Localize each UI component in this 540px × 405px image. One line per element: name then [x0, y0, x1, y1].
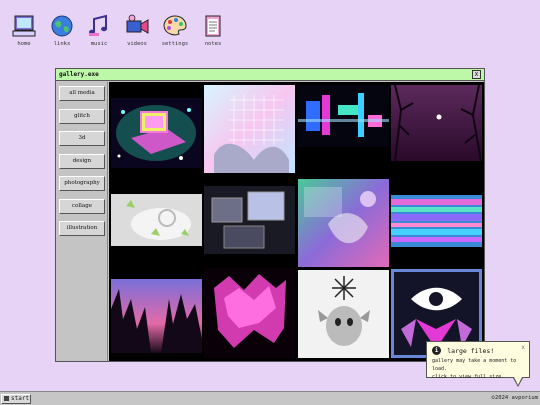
category-design-button[interactable]: design — [59, 153, 105, 169]
large-files-tooltip: i large files! x gallery may take a mome… — [426, 341, 530, 387]
desktop-icon-links[interactable]: links — [42, 14, 82, 47]
start-button-label: start — [11, 395, 30, 402]
window-title: gallery.exe — [59, 71, 99, 78]
tooltip-tail — [513, 377, 523, 387]
category-illustration-button[interactable]: illustration — [59, 221, 105, 236]
desktop-icon-label: settings — [161, 41, 189, 47]
gallery-thumbnail[interactable] — [111, 98, 202, 168]
category-all-media-button[interactable]: all media — [59, 86, 105, 101]
category-3d-button[interactable]: 3d — [59, 131, 105, 146]
copyright-text: ©2024 avporium — [491, 395, 538, 401]
music-notes-icon — [89, 14, 107, 36]
category-collage-button[interactable]: collage — [59, 198, 105, 214]
gallery-thumbnail[interactable] — [298, 85, 389, 147]
taskbar: start ©2024 avporium — [0, 391, 540, 405]
desktop-icon-music[interactable]: music — [79, 14, 119, 47]
desktop-icon-label: videos — [127, 41, 147, 47]
desktop-icon-label: notes — [204, 41, 222, 47]
gallery-thumbnail[interactable] — [204, 186, 295, 254]
desktop-icon-notes[interactable]: notes — [193, 14, 233, 47]
tooltip-message-line1: gallery may take a moment to load. — [432, 358, 517, 372]
gallery-thumbnail[interactable] — [111, 279, 202, 353]
gallery-thumbnail[interactable] — [111, 194, 202, 246]
category-glitch-button[interactable]: glitch — [59, 108, 105, 124]
start-button[interactable]: start — [1, 394, 31, 404]
gallery-window: gallery.exe x all media glitch 3d design… — [55, 68, 485, 362]
desktop-icon-settings[interactable]: settings — [155, 14, 195, 47]
category-photography-button[interactable]: photography — [59, 176, 105, 191]
window-titlebar[interactable]: gallery.exe x — [56, 69, 484, 81]
globe-icon — [51, 15, 73, 37]
computer-icon — [12, 15, 36, 37]
gallery-thumbnail[interactable] — [391, 195, 482, 247]
gallery-thumbnail[interactable] — [391, 85, 482, 161]
gallery-thumbnail[interactable] — [204, 85, 295, 173]
notepad-icon — [205, 15, 221, 37]
info-icon: i — [432, 346, 441, 355]
desktop-icon-label: links — [53, 41, 71, 47]
category-sidebar: all media glitch 3d design photography c… — [56, 82, 108, 361]
desktop-icon-label: music — [90, 41, 108, 47]
gallery-thumbnail[interactable] — [298, 270, 389, 358]
close-button[interactable]: x — [472, 70, 481, 79]
desktop-icon-home[interactable]: home — [4, 14, 44, 47]
desktop-icon-videos[interactable]: videos — [117, 14, 157, 47]
video-camera-icon — [126, 14, 149, 34]
windows-logo-icon — [4, 396, 9, 401]
gallery-thumbnail[interactable] — [204, 268, 295, 358]
tooltip-message-line2: click to view full size. — [432, 374, 505, 380]
gallery-grid — [109, 82, 484, 361]
tooltip-close-button[interactable]: x — [521, 344, 525, 351]
gallery-thumbnail[interactable] — [298, 179, 389, 267]
tooltip-title: large files! — [447, 346, 495, 355]
desktop-icon-label: home — [17, 41, 31, 47]
palette-icon — [163, 15, 187, 36]
